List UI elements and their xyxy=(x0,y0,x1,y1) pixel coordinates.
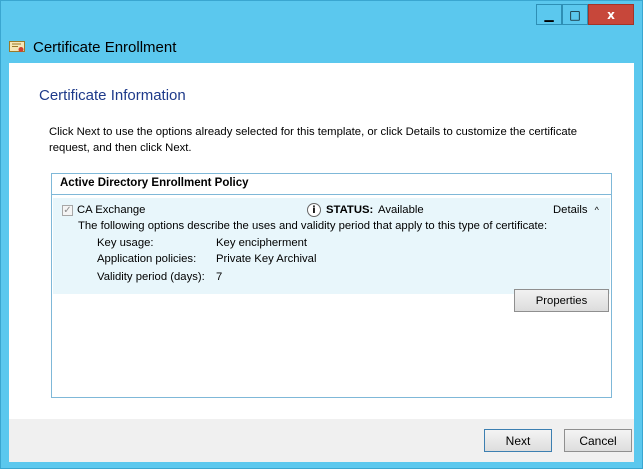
window-title: Certificate Enrollment xyxy=(33,39,177,56)
details-label: Details xyxy=(553,204,588,216)
window-header: Certificate Enrollment xyxy=(1,31,642,63)
certificate-enrollment-window: ▁ □ x Certificate Enrollment Certificate… xyxy=(0,0,643,469)
maximize-button[interactable]: □ xyxy=(562,4,588,25)
policy-header: Active Directory Enrollment Policy xyxy=(52,174,611,195)
application-policies-label: Application policies: xyxy=(97,253,197,265)
next-button[interactable]: Next xyxy=(484,429,552,452)
close-button[interactable]: x xyxy=(588,4,634,25)
policy-title: Active Directory Enrollment Policy xyxy=(60,177,249,189)
properties-button[interactable]: Properties xyxy=(514,289,609,312)
key-usage-value: Key encipherment xyxy=(216,237,308,249)
status-label: STATUS: xyxy=(326,204,374,216)
chevron-up-icon: ^ xyxy=(594,205,599,215)
template-description: The following options describe the uses … xyxy=(78,220,548,232)
title-bar[interactable]: ▁ □ x xyxy=(1,1,642,31)
intro-text: Click Next to use the options already se… xyxy=(49,126,578,154)
button-bar: Next Cancel xyxy=(9,419,634,462)
key-usage-label: Key usage: xyxy=(97,237,154,249)
validity-period-value: 7 xyxy=(216,271,223,283)
info-icon: i xyxy=(307,203,321,217)
template-name: CA Exchange xyxy=(77,204,146,216)
certificate-template-panel: ✓ CA Exchange i STATUS: Available Detail… xyxy=(53,198,610,294)
template-checkbox[interactable]: ✓ xyxy=(62,205,73,216)
certificate-icon xyxy=(9,41,25,52)
status-value: Available xyxy=(378,204,424,216)
cancel-button[interactable]: Cancel xyxy=(564,429,632,452)
validity-period-label: Validity period (days): xyxy=(97,271,205,283)
application-policies-value: Private Key Archival xyxy=(216,253,317,265)
page-title: Certificate Information xyxy=(39,87,186,104)
enrollment-policy-box: Active Directory Enrollment Policy ✓ CA … xyxy=(51,173,612,398)
details-toggle[interactable]: Details ^ xyxy=(553,204,599,216)
minimize-button[interactable]: ▁ xyxy=(536,4,562,25)
